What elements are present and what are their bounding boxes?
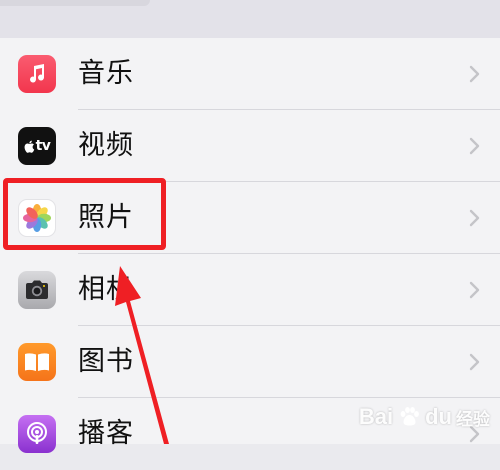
music-icon xyxy=(18,55,56,93)
previous-group-edge xyxy=(0,0,150,6)
settings-row-music[interactable]: 音乐 xyxy=(0,38,500,110)
watermark-sub: 经验 xyxy=(456,409,490,429)
watermark-brand: Bai xyxy=(358,404,394,429)
settings-row-label: 视频 xyxy=(78,130,134,161)
apple-tv-label: tv xyxy=(35,138,51,154)
settings-row-label: 播客 xyxy=(78,418,134,449)
podcasts-icon xyxy=(18,415,56,453)
settings-row-label: 音乐 xyxy=(78,58,134,89)
chevron-right-icon xyxy=(469,281,480,299)
highlight-box-photos xyxy=(3,178,166,250)
settings-row-camera[interactable]: 相机 xyxy=(0,254,500,326)
chevron-right-icon xyxy=(469,353,480,371)
apple-logo-icon xyxy=(24,140,34,153)
settings-row-label: 图书 xyxy=(78,346,134,377)
camera-icon xyxy=(18,271,56,309)
chevron-right-icon xyxy=(469,209,480,227)
settings-row-video[interactable]: tv 视频 xyxy=(0,110,500,182)
settings-row-books[interactable]: 图书 xyxy=(0,326,500,398)
paw-icon xyxy=(400,407,420,426)
chevron-right-icon xyxy=(469,65,480,83)
books-icon xyxy=(18,343,56,381)
apple-tv-icon: tv xyxy=(18,127,56,165)
settings-row-label: 相机 xyxy=(78,274,134,305)
previous-settings-group xyxy=(0,0,500,38)
chevron-right-icon xyxy=(469,137,480,155)
watermark-brand-suffix: du xyxy=(425,404,452,429)
baidu-jingyan-watermark: Bai du 经验 xyxy=(359,404,490,430)
